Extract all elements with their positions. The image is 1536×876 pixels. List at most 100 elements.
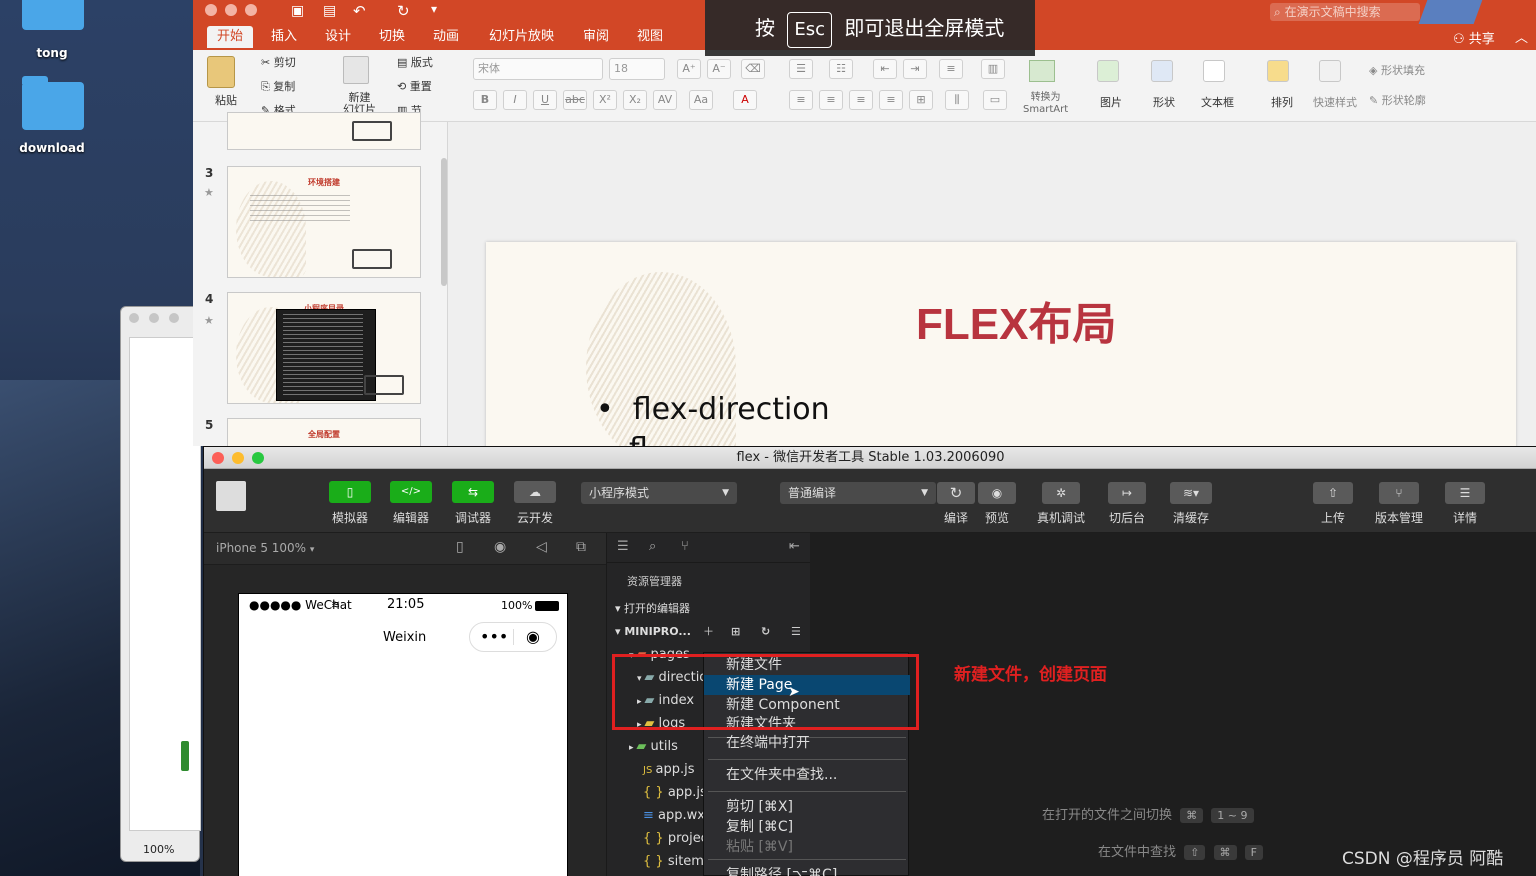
numbering-icon[interactable]: ☷ — [829, 59, 853, 79]
avatar[interactable] — [216, 481, 246, 511]
phone-screen[interactable]: ●●●●● WeChat ≋ 21:05 100% Weixin ••• ◉ — [238, 593, 568, 876]
tab-design[interactable]: 设计 — [315, 26, 361, 48]
phone-icon[interactable]: ▯ — [456, 539, 464, 555]
current-slide[interactable]: FLEX布局 • flex-direction fl — [486, 242, 1516, 462]
project-section[interactable]: ▾ MINIPRO... ＋ ⊞ ↻ ☰ — [607, 620, 811, 643]
textbox-icon[interactable] — [1203, 60, 1225, 82]
volume-icon[interactable]: ◁ — [536, 539, 547, 555]
compile-icon[interactable]: ↻ — [937, 482, 975, 504]
window-zoom-button[interactable] — [252, 452, 264, 464]
mode-select[interactable]: 小程序模式 ▼ — [581, 482, 737, 504]
record-icon[interactable]: ◉ — [494, 539, 506, 555]
branch-icon[interactable]: ⑂ — [1379, 482, 1419, 504]
folder-tong[interactable] — [22, 0, 84, 32]
window-close-button[interactable] — [129, 313, 139, 323]
quick-styles-icon[interactable] — [1319, 60, 1341, 82]
device-select[interactable]: iPhone 5 100% ▾ — [216, 541, 314, 555]
tab-review[interactable]: 审阅 — [573, 26, 619, 48]
redo-icon[interactable]: ↻ — [397, 2, 410, 20]
files-icon[interactable]: ☰ — [617, 539, 629, 554]
window-minimize-button[interactable] — [232, 452, 244, 464]
menu-item-copy[interactable]: 复制 [⌘C] — [704, 817, 910, 837]
undo-icon[interactable]: ↶ — [353, 2, 366, 20]
outdent-icon[interactable]: ⇤ — [873, 59, 897, 79]
window-close-button[interactable] — [212, 452, 224, 464]
justify-icon[interactable]: ≡ — [879, 90, 903, 110]
underline-icon[interactable]: U — [533, 90, 557, 110]
picture-icon[interactable] — [1097, 60, 1119, 82]
compile-mode-select[interactable]: 普通编译 ▼ — [780, 482, 936, 504]
align-left-icon[interactable]: ≡ — [789, 90, 813, 110]
menu-item-open-terminal[interactable]: 在终端中打开 — [704, 733, 910, 753]
text-direction-icon[interactable]: ⫼ — [945, 90, 969, 110]
char-spacing-icon[interactable]: AV — [653, 90, 677, 110]
bullets-icon[interactable]: ☰ — [789, 59, 813, 79]
layers-icon[interactable]: ≋▾ — [1170, 482, 1212, 504]
window-minimize-button[interactable] — [225, 4, 237, 16]
superscript-icon[interactable]: X² — [593, 90, 617, 110]
new-slide-icon[interactable] — [343, 56, 369, 84]
upload-icon[interactable]: ⇧ — [1313, 482, 1353, 504]
close-target-icon[interactable]: ◉ — [526, 627, 540, 646]
align-center-icon[interactable]: ≡ — [819, 90, 843, 110]
save-icon[interactable]: ▤ — [323, 3, 336, 19]
cut-button[interactable]: ✂ 剪切 — [261, 54, 296, 70]
bold-icon[interactable]: B — [473, 90, 497, 110]
git-icon[interactable]: ⑂ — [681, 539, 689, 554]
menu-item-find-in-folder[interactable]: 在文件夹中查找... — [704, 765, 910, 785]
slide-thumbnail[interactable] — [227, 112, 421, 150]
split-icon[interactable]: ⇤ — [789, 539, 800, 554]
window-zoom-button[interactable] — [169, 313, 179, 323]
smartart-icon[interactable] — [1029, 60, 1055, 82]
collapse-ribbon-icon[interactable]: ︿ — [1515, 27, 1528, 46]
line-spacing-icon[interactable]: ≡ — [939, 59, 963, 79]
arrange-icon[interactable] — [1267, 60, 1289, 82]
slide-bullet[interactable]: • flex-direction — [596, 392, 830, 427]
share-button[interactable]: ⚇ 共享 — [1453, 28, 1495, 47]
window-icon[interactable]: ⧉ — [576, 539, 586, 555]
change-case-icon[interactable]: Aa — [689, 90, 713, 110]
tab-home[interactable]: 开始 — [207, 26, 254, 48]
slide-title[interactable]: FLEX布局 — [916, 288, 1116, 352]
layout-button[interactable]: ▤ 版式 — [397, 54, 433, 70]
strikethrough-icon[interactable]: abc — [563, 90, 587, 110]
more-button[interactable]: ••• — [480, 627, 508, 646]
preview-zoom-label[interactable]: 100% — [143, 843, 174, 856]
distribute-icon[interactable]: ⊞ — [909, 90, 933, 110]
slide-thumbnail[interactable]: 全局配置 — [227, 418, 421, 448]
slide-thumbnail[interactable]: 小程序目录 — [227, 292, 421, 404]
columns-icon[interactable]: ▥ — [981, 59, 1005, 79]
folder-download[interactable] — [22, 76, 84, 130]
slide-thumbnail[interactable]: 环境搭建 — [227, 166, 421, 278]
subscript-icon[interactable]: X₂ — [623, 90, 647, 110]
menu-item-paste[interactable]: 粘贴 [⌘V] — [704, 837, 910, 857]
italic-icon[interactable]: I — [503, 90, 527, 110]
new-file-icon[interactable]: ＋ — [703, 620, 714, 643]
menu-icon[interactable]: ☰ — [1445, 482, 1485, 504]
align-text-icon[interactable]: ▭ — [983, 90, 1007, 110]
menu-item-cut[interactable]: 剪切 [⌘X] — [704, 797, 910, 817]
open-editors-section[interactable]: ▾ 打开的编辑器 — [607, 597, 811, 620]
align-right-icon[interactable]: ≡ — [849, 90, 873, 110]
indent-icon[interactable]: ⇥ — [903, 59, 927, 79]
debugger-icon[interactable]: ⇆ — [452, 481, 494, 503]
shape-fill-button[interactable]: ◈ 形状填充 — [1369, 62, 1425, 78]
tab-animations[interactable]: 动画 — [423, 26, 469, 48]
menu-item-copy-path[interactable]: 复制路径 [⌥⌘C] — [704, 865, 910, 876]
cloud-icon[interactable]: ☁ — [514, 481, 556, 503]
customize-toolbar-icon[interactable]: ▾ — [431, 2, 437, 16]
bug-icon[interactable]: ✲ — [1042, 482, 1080, 504]
collapse-icon[interactable]: ☰ — [791, 620, 801, 643]
font-size-select[interactable]: 18 — [609, 58, 665, 80]
search-icon[interactable]: ⌕ — [649, 539, 656, 554]
paste-icon[interactable] — [207, 56, 235, 88]
tab-insert[interactable]: 插入 — [261, 26, 307, 48]
search-field[interactable]: ⌕ 在演示文稿中搜索 — [1270, 3, 1420, 21]
tab-slideshow[interactable]: 幻灯片放映 — [479, 26, 564, 48]
decrease-font-icon[interactable]: A⁻ — [707, 59, 731, 79]
refresh-icon[interactable]: ↻ — [761, 620, 770, 643]
sidebar-icon[interactable]: ▣ — [291, 3, 304, 19]
window-minimize-button[interactable] — [149, 313, 159, 323]
shape-icon[interactable] — [1151, 60, 1173, 82]
shape-outline-button[interactable]: ✎ 形状轮廓 — [1369, 92, 1426, 108]
